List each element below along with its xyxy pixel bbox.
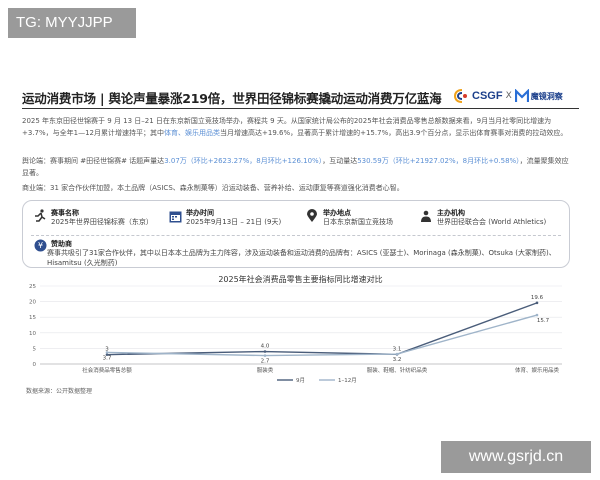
line-chart: 0 5 10 15 20 25 社会消费品零售总额 服装类 服装、鞋帽、针纺织品类 体育、娱乐用品… [29, 284, 562, 384]
y-tick-label: 15 [29, 315, 36, 321]
series-point-2 [395, 352, 399, 356]
event-name-value: 2025年世界田径锦标赛（东京） [51, 218, 153, 226]
paragraph-opinion-text: 舆论端：赛事期间 #田径世锦赛# 话题声量达 [22, 157, 165, 165]
paragraph-opinion: 舆论端：赛事期间 #田径世锦赛# 话题声量达3.07万（环比+2623.27%，… [22, 156, 570, 179]
event-name-block: 赛事名称 2025年世界田径锦标赛（东京） [33, 209, 153, 227]
calendar-icon [168, 209, 182, 223]
csgf-logo: CSGF [454, 89, 503, 103]
paragraph-summary-text-end: 当月增速高达+19.6%，显著高于累计增速的+15.7%，高出3.9个百分点，显… [220, 128, 568, 137]
paragraph-summary-highlight: 体育、娱乐用品类 [164, 128, 221, 137]
series-point-1 [263, 350, 267, 353]
y-tick-label: 0 [33, 362, 37, 368]
series-line-2 [106, 314, 538, 357]
data-label-series-1: 3.1 [393, 346, 402, 352]
data-label-series-2: 3.2 [393, 357, 402, 363]
y-tick-label: 10 [29, 331, 36, 337]
series-point-2 [535, 313, 539, 317]
series-point-2 [105, 351, 109, 354]
watermark-bottom: www.gsrjd.cn [441, 441, 591, 473]
svg-text:¥: ¥ [37, 241, 42, 250]
sponsor-coin-icon: ¥ [33, 238, 47, 252]
event-place-value: 日本东京新国立竞技场 [323, 218, 393, 226]
data-label-series-1: 4.0 [261, 344, 270, 350]
paragraph-summary: 2025 年东京田径世锦赛于 9 月 13 日–21 日在东京新国立竞技场举办，… [22, 116, 570, 139]
event-time-label: 举办时间 [186, 209, 214, 217]
csgf-mark-icon [454, 89, 467, 103]
location-pin-icon [305, 209, 319, 223]
runner-icon [33, 209, 47, 223]
x-tick-label: 服装、鞋帽、针纺织品类 [367, 366, 428, 374]
data-label-series-2: 2.7 [261, 359, 270, 365]
data-label-series-2: 15.7 [537, 318, 550, 324]
data-label-series-1: 19.6 [531, 295, 544, 301]
mojing-mark-icon [514, 89, 529, 102]
legend-label-2: 1–12月 [338, 377, 357, 384]
event-place-block: 举办地点 日本东京新国立竞技场 [305, 209, 393, 227]
mojing-logo: 魔镜洞察 [514, 89, 563, 103]
paragraph-opinion-highlight-interaction: 530.59万（环比+21927.02%，8月环比+0.58%） [357, 157, 520, 165]
series-line-1 [106, 302, 538, 356]
partner-logos: CSGF X 魔镜洞察 [454, 87, 579, 105]
organizer-icon [419, 209, 433, 223]
x-tick-label: 服装类 [257, 366, 274, 374]
x-tick-label: 体育、娱乐用品类 [515, 366, 560, 374]
sponsor-description: 赛事共吸引了31家合作伙伴，其中以日本本土品牌为主力阵容，涉及运动装备和运动消费… [47, 249, 556, 267]
data-label-series-2: 3.7 [103, 355, 112, 361]
series-point-1 [535, 301, 539, 305]
paragraph-opinion-highlight-volume: 3.07万（环比+2623.27%，8月环比+126.10%） [164, 157, 323, 165]
event-place-label: 举办地点 [323, 209, 351, 217]
event-org-label: 主办机构 [437, 209, 465, 217]
title-divider [22, 108, 579, 109]
event-name-label: 赛事名称 [51, 209, 79, 217]
mojing-logo-text: 魔镜洞察 [530, 91, 563, 101]
legend-label-1: 9月 [296, 377, 305, 384]
paragraph-commercial: 商业端：31 家合作伙伴加盟，本土品牌（ASICS、森永制菓等）沿运动装备、营养… [22, 184, 404, 192]
card-divider [31, 235, 561, 236]
y-tick-label: 5 [33, 346, 37, 352]
event-time-value: 2025年9月13日 – 21日 (9天) [186, 218, 282, 226]
y-tick-label: 20 [29, 300, 36, 306]
x-tick-label: 社会消费品零售总额 [82, 366, 132, 374]
data-source-note: 数据来源：公开数据整理 [26, 388, 93, 395]
series-point-2 [263, 354, 267, 357]
logo-separator: X [505, 91, 512, 101]
y-tick-label: 25 [29, 284, 36, 290]
csgf-logo-text: CSGF [472, 90, 503, 102]
watermark-top: TG: MYYJJPP [8, 8, 136, 38]
paragraph-opinion-text-mid: ，互动量达 [322, 157, 358, 165]
page-title: 运动消费市场 | 舆论声量暴涨219倍，世界田径锦标赛撬动运动消费万亿蓝海 [22, 91, 442, 106]
event-org-value: 世界田径联合会 (World Athletics) [437, 218, 547, 226]
event-org-block: 主办机构 世界田径联合会 (World Athletics) [419, 209, 546, 227]
event-time-block: 举办时间 2025年9月13日 – 21日 (9天) [168, 209, 281, 227]
event-info-card: 赛事名称 2025年世界田径锦标赛（东京） 举办时间 2025年9月13日 – … [22, 200, 570, 268]
